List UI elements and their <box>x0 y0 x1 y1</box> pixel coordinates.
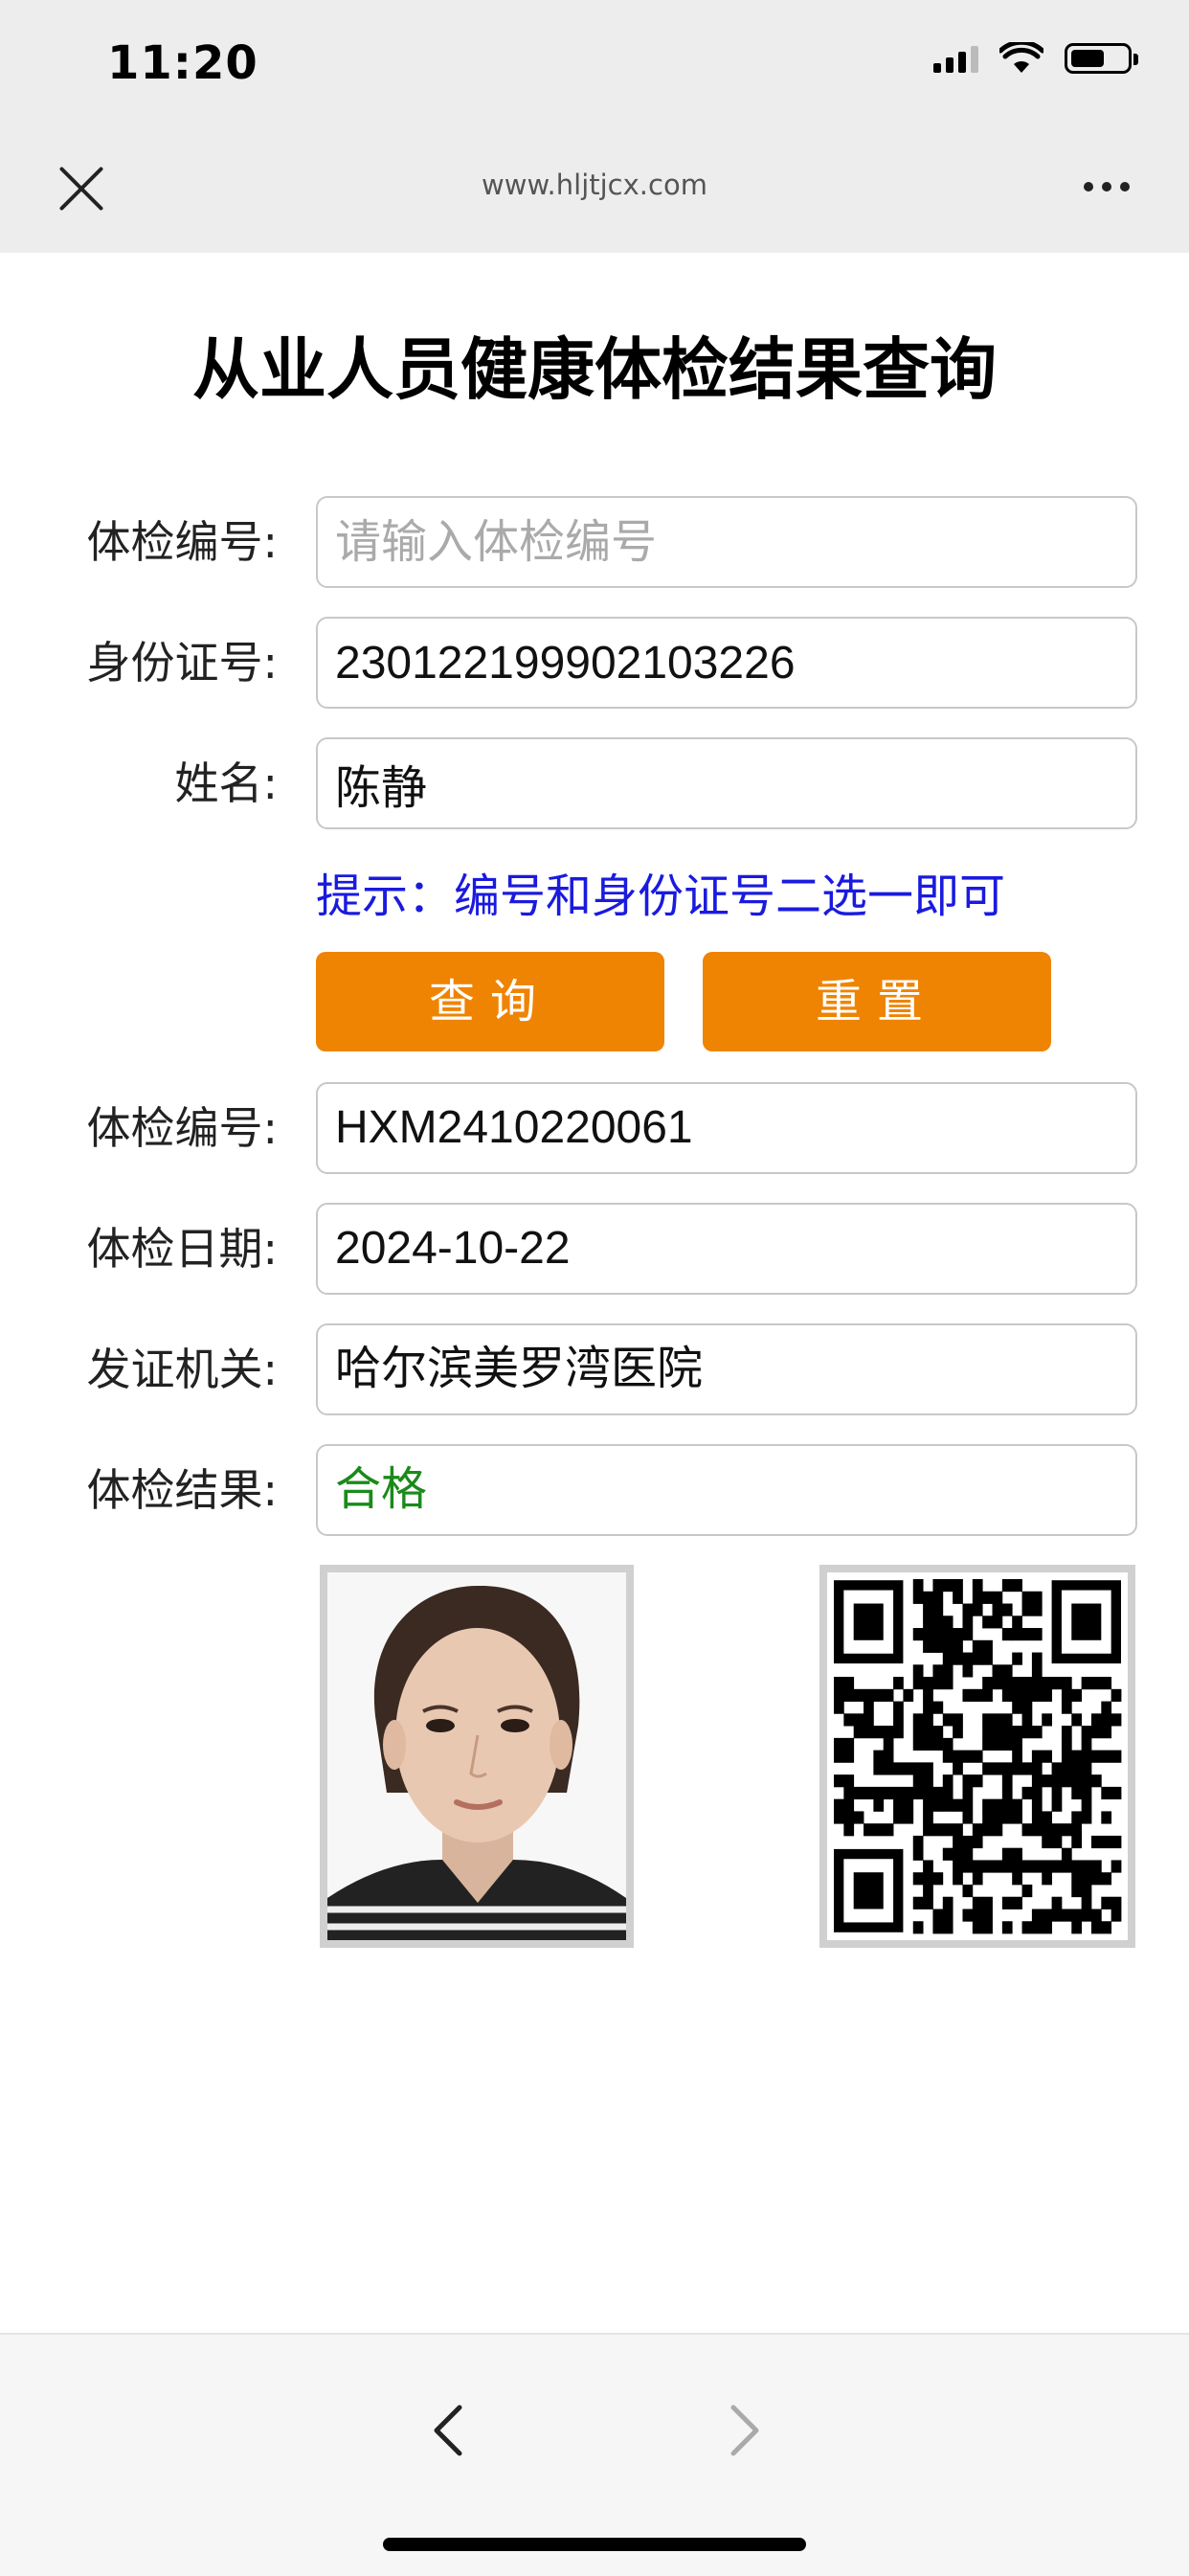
name-label: 姓名: <box>174 757 279 809</box>
exam-no-row: 体检编号: <box>0 496 1189 588</box>
exam-date-label: 体检日期: <box>86 1223 279 1275</box>
url-text: www.hljtjcx.com <box>482 169 707 201</box>
name-input[interactable] <box>316 737 1137 829</box>
issuer-label: 发证机关: <box>86 1344 279 1395</box>
top-bar: 11:20 www.hljtjcx.com <box>0 0 1189 253</box>
conclusion-label: 体检结果: <box>86 1464 279 1516</box>
hint-text: 提示：编号和身份证号二选一即可 <box>316 870 1006 923</box>
qr-code <box>819 1565 1135 1948</box>
chevron-left-icon[interactable] <box>421 2402 479 2459</box>
name-row: 姓名: <box>0 737 1189 829</box>
query-button[interactable]: 查询 <box>316 952 664 1051</box>
conclusion-field: 合格 <box>316 1444 1137 1536</box>
exam-date-row: 体检日期: 2024-10-22 <box>0 1203 1189 1295</box>
result-exam-no-row: 体检编号: HXM2410220061 <box>0 1082 1189 1174</box>
signal-icon <box>933 44 978 73</box>
result-exam-no-label: 体检编号: <box>86 1102 279 1154</box>
conclusion-row: 体检结果: 合格 <box>0 1444 1189 1536</box>
status-time: 11:20 <box>107 36 258 90</box>
bottom-toolbar <box>0 2333 1189 2576</box>
id-no-input[interactable] <box>316 617 1137 709</box>
home-indicator <box>383 2538 806 2551</box>
exam-no-label: 体检编号: <box>86 516 279 568</box>
status-icons <box>933 42 1138 75</box>
more-dots-icon[interactable] <box>1084 182 1130 192</box>
issuer-field: 哈尔滨美罗湾医院 <box>316 1323 1137 1415</box>
wifi-icon <box>999 42 1043 73</box>
result-exam-no-field: HXM2410220061 <box>316 1082 1137 1174</box>
page-title: 从业人员健康体检结果查询 <box>192 330 997 409</box>
qr-code-image <box>827 1572 1128 1940</box>
exam-no-input[interactable] <box>316 496 1137 588</box>
exam-date-field: 2024-10-22 <box>316 1203 1137 1295</box>
person-photo <box>320 1565 634 1948</box>
id-no-label: 身份证号: <box>86 637 279 689</box>
reset-button[interactable]: 重置 <box>703 952 1051 1051</box>
battery-icon <box>1065 43 1138 74</box>
chevron-right-icon[interactable] <box>714 2402 772 2459</box>
portrait-image <box>327 1572 626 1940</box>
id-no-row: 身份证号: <box>0 617 1189 709</box>
issuer-row: 发证机关: 哈尔滨美罗湾医院 <box>0 1323 1189 1415</box>
